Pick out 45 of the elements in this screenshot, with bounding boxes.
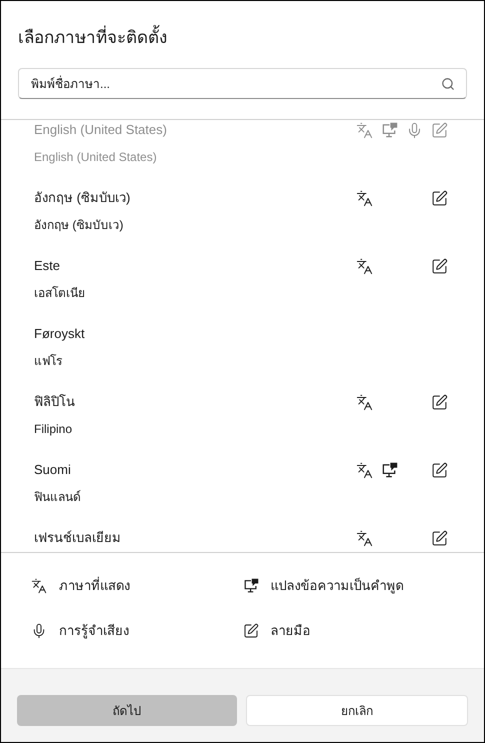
language-subtitle: อังกฤษ (ซิมบับเว) — [34, 217, 124, 234]
language-subtitle: เอสโตเนีย — [34, 285, 86, 302]
pen-icon — [430, 394, 448, 410]
language-subtitle: แฟโร — [34, 353, 63, 370]
language-icon — [31, 578, 47, 594]
language-item[interactable]: อังกฤษ (ซิมบับเว) อังกฤษ (ซิมบับเว) — [1, 188, 484, 256]
language-item[interactable]: Suomi ฟินแลนด์ — [1, 460, 484, 528]
language-name: Suomi — [34, 461, 72, 479]
language-icon — [356, 394, 372, 410]
language-item[interactable]: Este เอสโตเนีย — [1, 256, 484, 324]
legend-label: การรู้จำเสียง — [59, 622, 129, 640]
language-name: อังกฤษ (ซิมบับเว) — [34, 189, 132, 207]
pen-icon — [430, 258, 448, 274]
language-icon — [356, 258, 372, 274]
legend-label: ภาษาที่แสดง — [59, 576, 130, 596]
monitor-speech-icon — [380, 462, 398, 478]
language-subtitle: English (United States) — [34, 149, 158, 166]
language-name: English (United States) — [34, 121, 168, 139]
cancel-button[interactable]: ยกเลิก — [246, 695, 468, 726]
legend-label: แปลงข้อความเป็นคำพูด — [270, 576, 404, 596]
language-icon — [356, 530, 372, 546]
language-icon — [356, 190, 372, 206]
pen-icon — [430, 530, 448, 546]
pen-icon — [430, 190, 448, 206]
search-field[interactable]: พิมพ์ชื่อภาษา... — [18, 68, 467, 99]
language-item[interactable]: Føroyskt แฟโร — [1, 324, 484, 392]
language-name: Føroyskt — [34, 325, 86, 343]
pen-icon — [242, 623, 258, 639]
monitor-speech-icon — [242, 578, 258, 594]
language-icon — [356, 462, 372, 478]
language-item[interactable]: ฟิลิปิโน Filipino — [1, 392, 484, 460]
language-name: ฟิลิปิโน — [34, 393, 76, 411]
dialog-title: เลือกภาษาที่จะติดตั้ง — [18, 27, 467, 49]
microphone-icon — [31, 623, 47, 639]
language-subtitle: ฟินแลนด์ — [34, 489, 82, 506]
language-name: Este — [34, 257, 62, 275]
pen-icon — [430, 462, 448, 478]
search-icon — [441, 77, 455, 91]
language-name: เฟรนช์เบลเยียม — [34, 529, 122, 547]
language-icon — [356, 122, 372, 138]
language-item[interactable]: เฟรนช์เบลเยียม — [1, 528, 484, 552]
legend-label: ลายมือ — [270, 622, 310, 640]
language-subtitle: Filipino — [34, 421, 74, 438]
pen-icon — [430, 122, 448, 138]
monitor-speech-icon — [380, 122, 398, 138]
